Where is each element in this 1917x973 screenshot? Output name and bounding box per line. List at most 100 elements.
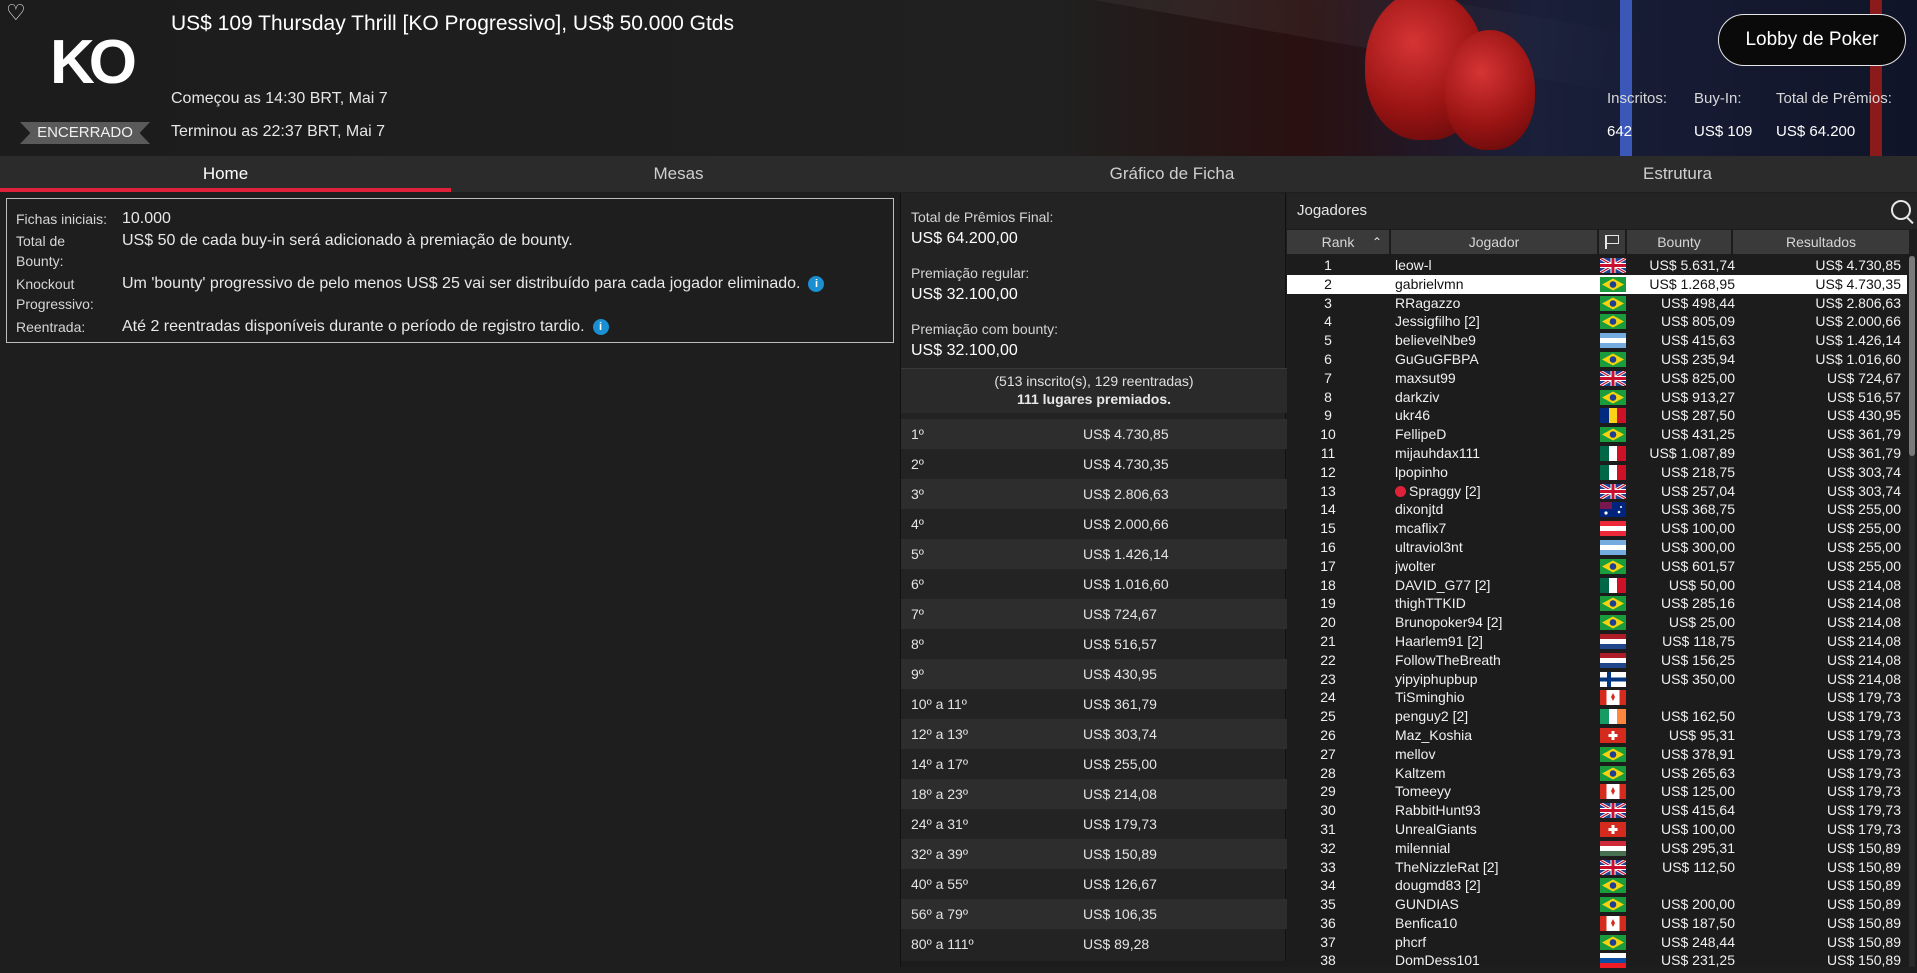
payout-amount: US$ 724,67 bbox=[1083, 606, 1157, 622]
player-row[interactable]: 30 RabbitHunt93 US$ 415,64 US$ 179,73 bbox=[1287, 801, 1907, 820]
player-rank: 38 bbox=[1320, 952, 1336, 969]
player-row[interactable]: 37 phcrf US$ 248,44 US$ 150,89 bbox=[1287, 933, 1907, 952]
player-row[interactable]: 9 ukr46 US$ 287,50 US$ 430,95 bbox=[1287, 406, 1907, 425]
player-bounty: US$ 378,91 bbox=[1661, 745, 1735, 762]
search-icon[interactable] bbox=[1891, 200, 1911, 220]
au-flag-icon bbox=[1600, 502, 1626, 518]
player-name-text: believelNbe9 bbox=[1395, 332, 1476, 349]
player-row[interactable]: 4 Jessigfilho [2] US$ 805,09 US$ 2.000,66 bbox=[1287, 312, 1907, 331]
player-row[interactable]: 18 DAVID_G77 [2] US$ 50,00 US$ 214,08 bbox=[1287, 576, 1907, 595]
player-row[interactable]: 6 GuGuGFBPA US$ 235,94 US$ 1.016,60 bbox=[1287, 350, 1907, 369]
tab-chip-chart[interactable]: Gráfico de Ficha bbox=[906, 156, 1438, 192]
player-name-text: Spraggy [2] bbox=[1409, 482, 1481, 499]
player-row[interactable]: 3 RRagazzo US$ 498,44 US$ 2.806,63 bbox=[1287, 294, 1907, 313]
player-name-text: RRagazzo bbox=[1395, 294, 1461, 311]
nl-flag-icon bbox=[1600, 652, 1626, 668]
payout-amount: US$ 89,28 bbox=[1083, 936, 1150, 952]
info-text: Um 'bounty' progressivo de pelo menos US… bbox=[122, 275, 801, 292]
player-row[interactable]: 26 Maz_Koshia US$ 95,31 US$ 179,73 bbox=[1287, 726, 1907, 745]
player-bounty: US$ 25,00 bbox=[1668, 614, 1735, 631]
column-bounty[interactable]: Bounty bbox=[1627, 230, 1731, 254]
player-row[interactable]: 8 darkziv US$ 913,27 US$ 516,57 bbox=[1287, 388, 1907, 407]
player-row[interactable]: 34 dougmd83 [2] US$ 150,89 bbox=[1287, 876, 1907, 895]
player-row[interactable]: 35 GUNDIAS US$ 200,00 US$ 150,89 bbox=[1287, 895, 1907, 914]
payout-row: 80º a 111º US$ 89,28 bbox=[901, 929, 1287, 959]
player-row[interactable]: 21 Haarlem91 [2] US$ 118,75 US$ 214,08 bbox=[1287, 632, 1907, 651]
player-result: US$ 150,89 bbox=[1827, 952, 1901, 969]
payout-row: 24º a 31º US$ 179,73 bbox=[901, 809, 1287, 839]
tab-bar: Home Mesas Gráfico de Ficha Estrutura bbox=[0, 156, 1917, 192]
entrants-value: 642 bbox=[1607, 123, 1633, 140]
player-row[interactable]: 19 thighTTKID US$ 285,16 US$ 214,08 bbox=[1287, 594, 1907, 613]
player-row[interactable]: 12 lpopinho US$ 218,75 US$ 303,74 bbox=[1287, 463, 1907, 482]
favorite-heart-icon[interactable]: ♡ bbox=[6, 2, 30, 24]
player-row[interactable]: 14 dixonjtd US$ 368,75 US$ 255,00 bbox=[1287, 500, 1907, 519]
info-icon[interactable]: i bbox=[592, 319, 609, 335]
tab-home[interactable]: Home bbox=[0, 156, 451, 192]
info-label: Knockout Progressivo: bbox=[16, 276, 94, 312]
payout-amount: US$ 2.806,63 bbox=[1083, 486, 1169, 502]
payout-amount: US$ 179,73 bbox=[1083, 816, 1157, 832]
column-player[interactable]: Jogador bbox=[1391, 230, 1597, 254]
player-row[interactable]: 16 ultraviol3nt US$ 300,00 US$ 255,00 bbox=[1287, 538, 1907, 557]
info-value: Um 'bounty' progressivo de pelo menos US… bbox=[122, 274, 825, 294]
player-result: US$ 214,08 bbox=[1827, 670, 1901, 687]
player-rank: 8 bbox=[1324, 388, 1332, 405]
player-row[interactable]: 22 FollowTheBreath US$ 156,25 US$ 214,08 bbox=[1287, 651, 1907, 670]
payout-row: 14º a 17º US$ 255,00 bbox=[901, 749, 1287, 779]
player-bounty: US$ 825,00 bbox=[1661, 369, 1735, 386]
column-country[interactable] bbox=[1599, 230, 1625, 254]
player-name-text: Jessigfilho [2] bbox=[1395, 313, 1480, 330]
player-name: Jessigfilho [2] bbox=[1395, 312, 1595, 331]
player-row[interactable]: 1 leow-l US$ 5.631,74 US$ 4.730,85 bbox=[1287, 256, 1907, 275]
player-result: US$ 255,00 bbox=[1827, 520, 1901, 537]
player-result: US$ 303,74 bbox=[1827, 482, 1901, 499]
player-result: US$ 214,08 bbox=[1827, 576, 1901, 593]
poker-lobby-button[interactable]: Lobby de Poker bbox=[1718, 14, 1906, 66]
player-row[interactable]: 28 Kaltzem US$ 265,63 US$ 179,73 bbox=[1287, 764, 1907, 783]
total-prize-value: US$ 64.200 bbox=[1776, 123, 1856, 140]
player-row[interactable]: 15 mcaflix7 US$ 100,00 US$ 255,00 bbox=[1287, 519, 1907, 538]
tab-structure[interactable]: Estrutura bbox=[1438, 156, 1917, 192]
player-row[interactable]: 17 jwolter US$ 601,57 US$ 255,00 bbox=[1287, 557, 1907, 576]
player-row[interactable]: 27 mellov US$ 378,91 US$ 179,73 bbox=[1287, 745, 1907, 764]
player-name-text: FollowTheBreath bbox=[1395, 651, 1501, 668]
player-row[interactable]: 2 gabrielvmn US$ 1.268,95 US$ 4.730,35 bbox=[1287, 274, 1907, 294]
player-bounty: US$ 100,00 bbox=[1661, 820, 1735, 837]
player-row[interactable]: 11 mijauhdax111 US$ 1.087,89 US$ 361,79 bbox=[1287, 444, 1907, 463]
info-text: Até 2 reentradas disponíveis durante o p… bbox=[122, 318, 585, 335]
sort-ascending-icon[interactable]: ⌃ bbox=[1372, 230, 1382, 254]
player-row[interactable]: 29 Tomeeyy US$ 125,00 US$ 179,73 bbox=[1287, 782, 1907, 801]
player-row[interactable]: 20 Brunopoker94 [2] US$ 25,00 US$ 214,08 bbox=[1287, 613, 1907, 632]
player-row[interactable]: 23 yipyiphupbup US$ 350,00 US$ 214,08 bbox=[1287, 670, 1907, 689]
player-row[interactable]: 24 TiSminghio US$ 179,73 bbox=[1287, 688, 1907, 707]
player-row[interactable]: 36 Benfica10 US$ 187,50 US$ 150,89 bbox=[1287, 914, 1907, 933]
player-row[interactable]: 31 UnrealGiants US$ 100,00 US$ 179,73 bbox=[1287, 820, 1907, 839]
player-rank: 9 bbox=[1324, 407, 1332, 424]
player-name-text: ultraviol3nt bbox=[1395, 538, 1463, 555]
info-icon[interactable]: i bbox=[808, 276, 825, 292]
br-flag-icon bbox=[1600, 934, 1626, 950]
player-row[interactable]: 32 milennial US$ 295,31 US$ 150,89 bbox=[1287, 839, 1907, 858]
player-bounty: US$ 913,27 bbox=[1661, 388, 1735, 405]
column-results[interactable]: Resultados bbox=[1733, 230, 1909, 254]
player-row[interactable]: 38 DomDess101 US$ 231,25 US$ 150,89 bbox=[1287, 951, 1907, 970]
tab-tables[interactable]: Mesas bbox=[451, 156, 906, 192]
player-row[interactable]: 10 FellipeD US$ 431,25 US$ 361,79 bbox=[1287, 425, 1907, 444]
payout-place: 5º bbox=[911, 546, 924, 562]
player-bounty: US$ 156,25 bbox=[1661, 651, 1735, 668]
player-name-text: Maz_Koshia bbox=[1395, 726, 1473, 743]
player-row[interactable]: 7 maxsut99 US$ 825,00 US$ 724,67 bbox=[1287, 369, 1907, 388]
player-row[interactable]: 33 TheNizzleRat [2] US$ 112,50 US$ 150,89 bbox=[1287, 858, 1907, 877]
hu-flag-icon bbox=[1600, 840, 1626, 856]
scroll-thumb[interactable] bbox=[1909, 256, 1915, 456]
player-row[interactable]: 5 believelNbe9 US$ 415,63 US$ 1.426,14 bbox=[1287, 331, 1907, 350]
players-scrollbar[interactable] bbox=[1909, 256, 1915, 967]
players-table: 1 leow-l US$ 5.631,74 US$ 4.730,85 2 gabrielv… bbox=[1287, 256, 1907, 970]
payout-amount: US$ 1.426,14 bbox=[1083, 546, 1169, 562]
player-row[interactable]: 13 Spraggy [2] US$ 257,04 US$ 303,74 bbox=[1287, 482, 1907, 501]
player-name: RRagazzo bbox=[1395, 294, 1595, 313]
ar-flag-icon bbox=[1600, 333, 1626, 349]
player-row[interactable]: 25 penguy2 [2] US$ 162,50 US$ 179,73 bbox=[1287, 707, 1907, 726]
column-rank[interactable]: Rank ⌃ bbox=[1287, 230, 1389, 254]
